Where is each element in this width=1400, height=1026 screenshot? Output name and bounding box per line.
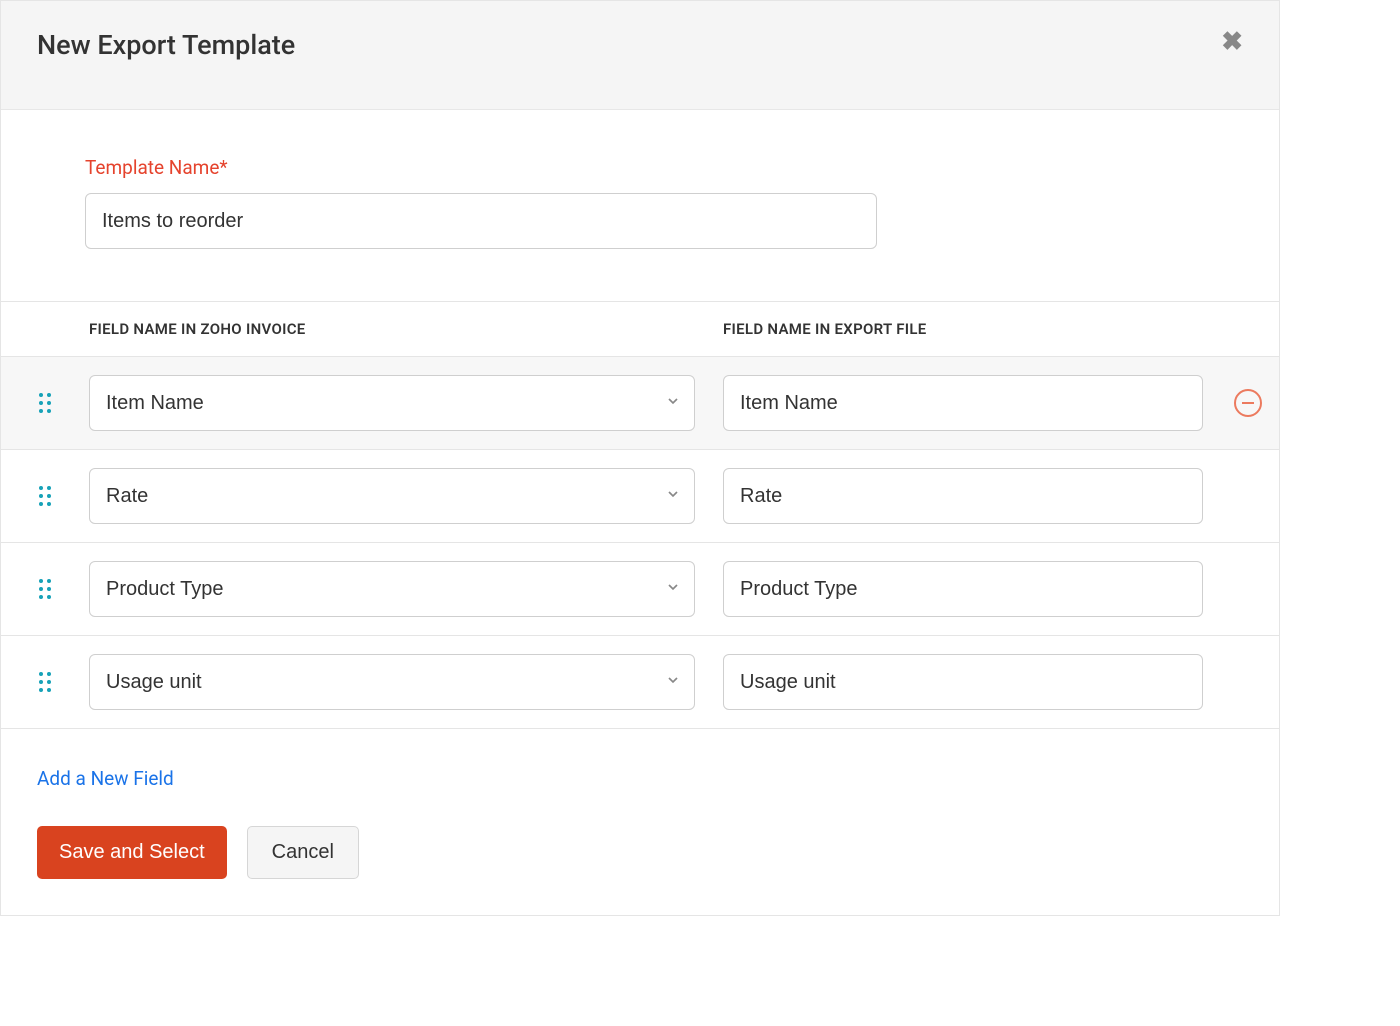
source-field-select[interactable] [89,375,695,431]
dialog-header: New Export Template ✖ [1,1,1279,110]
add-field-link[interactable]: Add a New Field [1,729,174,790]
cancel-button[interactable]: Cancel [247,826,359,879]
drag-handle-icon[interactable] [1,579,89,599]
close-icon[interactable]: ✖ [1221,29,1243,55]
source-field-select[interactable] [89,654,695,710]
field-mapping-table: FIELD NAME IN ZOHO INVOICE FIELD NAME IN… [1,301,1279,729]
template-name-label: Template Name* [85,156,1195,179]
table-row [1,357,1279,450]
table-row [1,450,1279,543]
export-template-dialog: New Export Template ✖ Template Name* FIE… [0,0,1280,916]
drag-handle-icon[interactable] [1,486,89,506]
export-field-input[interactable] [723,375,1203,431]
column-header-source: FIELD NAME IN ZOHO INVOICE [89,320,723,338]
dialog-title: New Export Template [37,29,295,61]
drag-handle-icon[interactable] [1,393,89,413]
remove-row-icon[interactable] [1234,389,1262,417]
save-and-select-button[interactable]: Save and Select [37,826,227,879]
template-name-input[interactable] [85,193,877,249]
export-field-input[interactable] [723,654,1203,710]
table-row [1,636,1279,729]
dialog-footer: Save and Select Cancel [1,790,1279,915]
table-row [1,543,1279,636]
source-field-select[interactable] [89,468,695,524]
table-header: FIELD NAME IN ZOHO INVOICE FIELD NAME IN… [1,301,1279,357]
dialog-body: Template Name* [1,110,1279,249]
export-field-input[interactable] [723,468,1203,524]
export-field-input[interactable] [723,561,1203,617]
drag-handle-icon[interactable] [1,672,89,692]
column-header-export: FIELD NAME IN EXPORT FILE [723,320,1215,338]
source-field-select[interactable] [89,561,695,617]
